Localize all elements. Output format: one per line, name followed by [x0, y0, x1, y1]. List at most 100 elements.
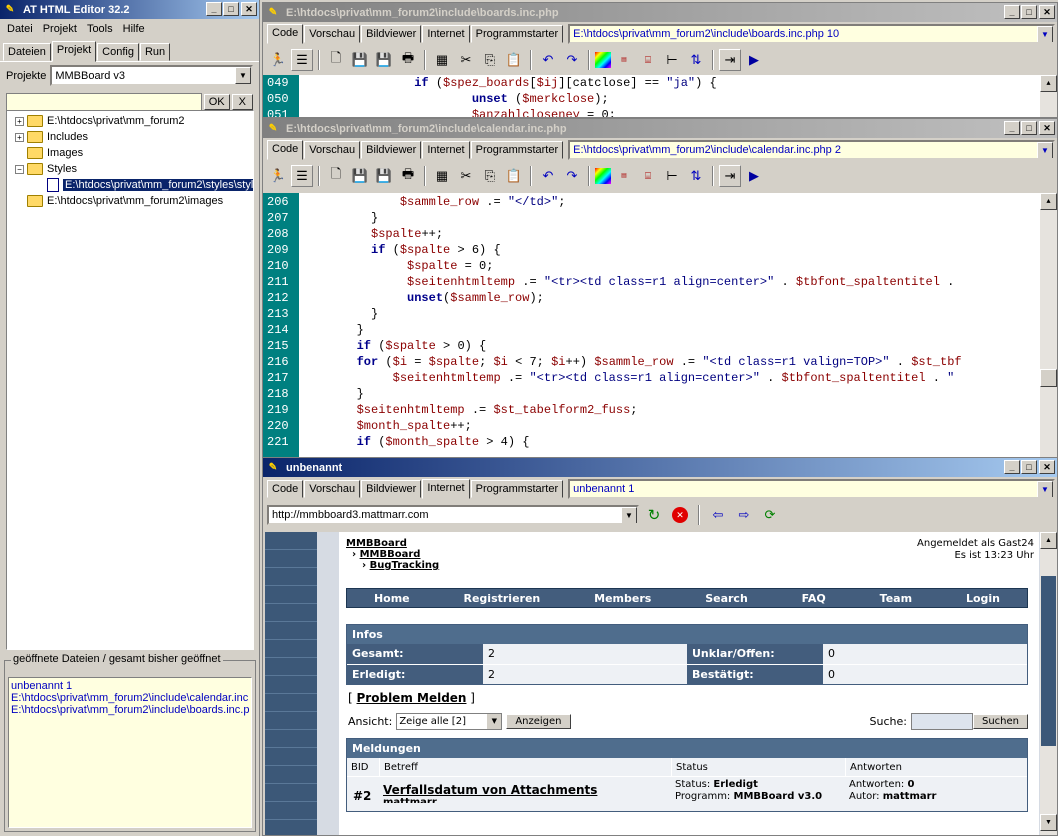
code-line[interactable]: 220 $month_spalte++; — [263, 418, 1057, 434]
tab-config[interactable]: Config — [97, 43, 139, 61]
opened-file-item[interactable]: E:\htdocs\privat\mm_forum2\include\calen… — [11, 692, 249, 704]
filter-ok-button[interactable]: OK — [203, 94, 230, 110]
code-line[interactable]: 210 $spalte = 0; — [263, 258, 1057, 274]
stop-icon[interactable]: ✕ — [669, 504, 691, 526]
redo-icon[interactable]: ↷ — [561, 49, 583, 71]
tab-internet[interactable]: Internet — [422, 479, 470, 499]
go-icon[interactable]: ↻ — [643, 504, 665, 526]
calculator-icon[interactable]: ▦ — [431, 165, 453, 187]
menu-hilfe[interactable]: Hilfe — [118, 23, 150, 35]
vertical-scrollbar[interactable]: ▲ — [1040, 75, 1057, 117]
anzeigen-button[interactable]: Anzeigen — [506, 714, 571, 729]
tab-bildviewer[interactable]: Bildviewer — [361, 141, 422, 159]
code-editor[interactable]: 049 if ($spez_boards[$ij][catclose] == "… — [263, 75, 1057, 117]
forward-icon[interactable]: ⇨ — [733, 504, 755, 526]
color-picker-icon[interactable] — [595, 52, 611, 68]
menu-datei[interactable]: Datei — [2, 23, 38, 35]
scroll-up-icon[interactable]: ▲ — [1040, 532, 1057, 549]
back-icon[interactable]: ⇦ — [707, 504, 729, 526]
tab-bildviewer[interactable]: Bildviewer — [361, 25, 422, 43]
tree-icon[interactable]: ⊢ — [661, 165, 683, 187]
scroll-up-icon[interactable]: ▲ — [1040, 75, 1057, 92]
code-line[interactable]: 209 if ($spalte > 6) { — [263, 242, 1057, 258]
window-titlebar[interactable]: ✎ unbenannt _ □ ✕ — [263, 458, 1057, 477]
close-button[interactable]: ✕ — [1039, 121, 1055, 135]
sort-icon[interactable]: ⇅ — [685, 165, 707, 187]
problem-melden-link[interactable]: Problem Melden — [357, 691, 467, 705]
code-line[interactable]: 214 } — [263, 322, 1057, 338]
url-input[interactable]: http://mmbboard3.mattmarr.com ▼ — [267, 505, 639, 525]
tree-item[interactable]: E:\htdocs\privat\mm_forum2\images — [15, 193, 253, 209]
collapse-icon[interactable]: − — [15, 164, 24, 174]
code-line[interactable]: 206 $sammle_row .= "</td>"; — [263, 194, 1057, 210]
minimize-button[interactable]: _ — [1004, 460, 1020, 474]
maximize-button[interactable]: □ — [1021, 460, 1037, 474]
nav-login[interactable]: Login — [966, 592, 1000, 605]
opened-file-item[interactable]: unbenannt 1 — [11, 680, 249, 692]
filter-input[interactable] — [6, 93, 202, 111]
search-input[interactable] — [910, 713, 973, 730]
code-line[interactable]: 207 } — [263, 210, 1057, 226]
tab-code[interactable]: Code — [267, 24, 304, 44]
vertical-scrollbar[interactable]: ▲ ▼ — [1040, 532, 1057, 835]
list-icon[interactable]: ☰ — [291, 165, 313, 187]
save-icon[interactable]: 💾 — [349, 165, 371, 187]
report-subject-link[interactable]: Verfallsdatum von Attachments — [383, 783, 671, 797]
expand-icon[interactable]: + — [15, 116, 24, 126]
breadcrumb-link[interactable]: MMBBoard — [360, 549, 421, 560]
close-button[interactable]: ✕ — [1039, 460, 1055, 474]
tree-item[interactable]: + E:\htdocs\privat\mm_forum2 — [15, 113, 253, 129]
opened-file-item[interactable]: E:\htdocs\privat\mm_forum2\include\board… — [11, 704, 249, 716]
code-icon[interactable]: ⌸ — [637, 49, 659, 71]
save-icon[interactable]: 💾 — [349, 49, 371, 71]
chevron-down-icon[interactable]: ▼ — [621, 507, 637, 523]
app-titlebar[interactable]: ✎ AT HTML Editor 32.2 _ □ ✕ — [0, 0, 259, 19]
tab-run[interactable]: Run — [139, 43, 171, 61]
save-all-icon[interactable]: 💾 — [373, 165, 395, 187]
tab-dateien[interactable]: Dateien — [3, 43, 51, 61]
code-line[interactable]: 049 if ($spez_boards[$ij][catclose] == "… — [263, 75, 1057, 91]
run-icon[interactable]: 🏃 — [267, 165, 289, 187]
new-file-icon[interactable]: 🗋 — [325, 165, 347, 187]
code-line[interactable]: 221 if ($month_spalte > 4) { — [263, 434, 1057, 450]
code-icon[interactable]: ⌸ — [637, 165, 659, 187]
cut-icon[interactable]: ✂ — [455, 49, 477, 71]
code-line[interactable]: 219 $seitenhtmltemp .= $st_tabelform2_fu… — [263, 402, 1057, 418]
tab-bildviewer[interactable]: Bildviewer — [361, 480, 422, 498]
copy-icon[interactable]: ⎘ — [479, 49, 501, 71]
nav-members[interactable]: Members — [594, 592, 651, 605]
nav-search[interactable]: Search — [705, 592, 748, 605]
projects-select[interactable]: MMBBoard v3 ▼ — [50, 65, 253, 86]
maximize-button[interactable]: □ — [1021, 121, 1037, 135]
refresh-icon[interactable]: ⟳ — [759, 504, 781, 526]
filter-clear-button[interactable]: X — [231, 94, 253, 110]
tab-code[interactable]: Code — [267, 140, 304, 160]
indent-icon[interactable]: ⇥ — [719, 165, 741, 187]
tree-item[interactable]: + Includes — [15, 129, 253, 145]
tab-vorschau[interactable]: Vorschau — [304, 480, 361, 498]
paste-icon[interactable]: 📋 — [503, 49, 525, 71]
nav-team[interactable]: Team — [880, 592, 912, 605]
expand-icon[interactable]: + — [15, 132, 24, 142]
scroll-thumb[interactable] — [1041, 576, 1056, 746]
web-view[interactable]: MMBBoard › MMBBoard › BugTracking Angeme… — [265, 532, 1057, 835]
html-php-basic-icon[interactable]: ▤ — [613, 49, 635, 71]
menu-tools[interactable]: Tools — [82, 23, 118, 35]
close-button[interactable]: ✕ — [1039, 5, 1055, 19]
code-line[interactable]: 211 $seitenhtmltemp .= "<tr><td class=r1… — [263, 274, 1057, 290]
tab-vorschau[interactable]: Vorschau — [304, 141, 361, 159]
tab-programmstarter[interactable]: Programmstarter — [470, 480, 564, 498]
column-header[interactable]: Antworten — [845, 758, 1027, 776]
chevron-down-icon[interactable]: ▼ — [1037, 142, 1053, 158]
chevron-down-icon[interactable]: ▼ — [1037, 26, 1053, 42]
column-header[interactable]: Betreff — [379, 758, 671, 776]
file-select[interactable]: E:\htdocs\privat\mm_forum2\include\calen… — [568, 140, 1055, 160]
nav-registrieren[interactable]: Registrieren — [464, 592, 541, 605]
code-line[interactable]: 218 } — [263, 386, 1057, 402]
undo-icon[interactable]: ↶ — [537, 49, 559, 71]
tab-programmstarter[interactable]: Programmstarter — [470, 25, 564, 43]
tree-item[interactable]: − Styles — [15, 161, 253, 177]
paste-icon[interactable]: 📋 — [503, 165, 525, 187]
code-line[interactable]: 217 $seitenhtmltemp .= "<tr><td class=r1… — [263, 370, 1057, 386]
tab-internet[interactable]: Internet — [422, 25, 470, 43]
